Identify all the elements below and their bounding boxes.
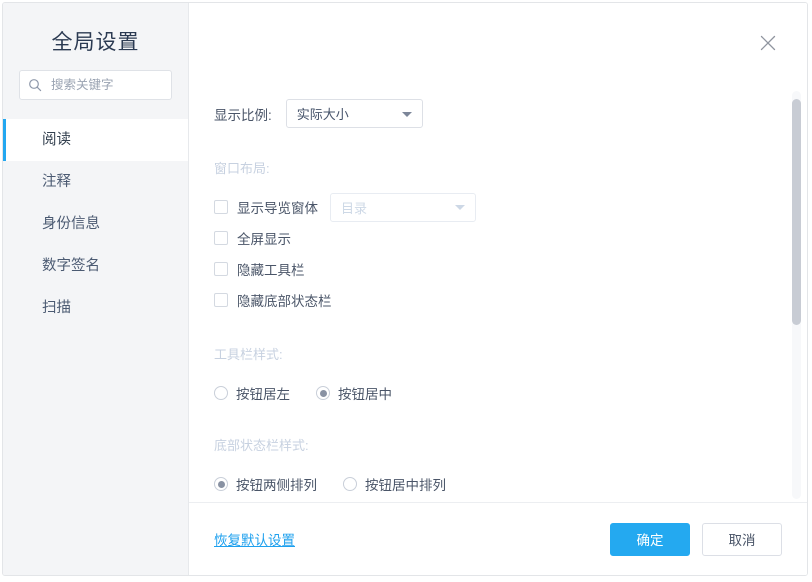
nav-pane-select[interactable]: 目录 (330, 192, 476, 222)
checkbox-show-nav-pane[interactable] (214, 200, 228, 214)
radio-toolbar-left[interactable] (214, 386, 228, 400)
checkbox-row-hide-toolbar: 隐藏工具栏 (189, 259, 807, 279)
search-icon (28, 78, 42, 92)
checkbox-label[interactable]: 全屏显示 (237, 228, 291, 248)
display-scale-value: 实际大小 (296, 107, 349, 122)
checkbox-fullscreen[interactable] (214, 231, 228, 245)
search-box[interactable] (19, 70, 172, 100)
settings-content: 显示比例: 实际大小 窗口布局: 显示导览窗体 目录 全屏显示 隐藏工具栏 隐藏… (189, 3, 807, 502)
checkbox-row-show-nav-pane: 显示导览窗体 目录 (189, 192, 807, 222)
radio-item-statusbar-center[interactable]: 按钮居中排列 (343, 474, 446, 494)
scrollbar-track[interactable] (792, 91, 801, 499)
sidebar: 全局设置 阅读 注释 身份信息 数字签名 (3, 3, 189, 575)
settings-dialog: 全局设置 阅读 注释 身份信息 数字签名 (2, 2, 808, 576)
toolbar-style-section-label: 工具栏样式: (214, 347, 283, 362)
radio-label[interactable]: 按钮居中 (338, 383, 392, 403)
sidebar-item-label: 扫描 (42, 300, 71, 316)
statusbar-style-section-label: 底部状态栏样式: (214, 438, 309, 453)
sidebar-item-label: 注释 (42, 174, 71, 190)
cancel-button[interactable]: 取消 (702, 522, 782, 556)
sidebar-item-label: 阅读 (42, 132, 71, 148)
radio-label[interactable]: 按钮居中排列 (365, 474, 446, 494)
scrollbar-thumb[interactable] (792, 99, 801, 325)
radio-toolbar-center[interactable] (316, 386, 330, 400)
checkbox-label[interactable]: 隐藏底部状态栏 (237, 290, 332, 310)
display-scale-label: 显示比例: (214, 107, 272, 123)
checkbox-hide-toolbar[interactable] (214, 262, 228, 276)
checkbox-row-hide-statusbar: 隐藏底部状态栏 (189, 290, 807, 310)
toolbar-style-radio-group: 按钮居左 按钮居中 (189, 383, 807, 403)
chevron-down-icon (401, 111, 412, 117)
sidebar-item-annotation[interactable]: 注释 (3, 161, 188, 203)
display-scale-row: 显示比例: 实际大小 (189, 99, 807, 128)
radio-statusbar-sides[interactable] (214, 477, 228, 491)
sidebar-item-digital-signature[interactable]: 数字签名 (3, 245, 188, 287)
search-input[interactable] (49, 77, 163, 93)
main-panel: 显示比例: 实际大小 窗口布局: 显示导览窗体 目录 全屏显示 隐藏工具栏 隐藏… (189, 3, 807, 575)
checkbox-label[interactable]: 显示导览窗体 (237, 197, 318, 217)
checkbox-hide-statusbar[interactable] (214, 293, 228, 307)
reset-defaults-link[interactable]: 恢复默认设置 (214, 529, 295, 549)
sidebar-item-identity[interactable]: 身份信息 (3, 203, 188, 245)
display-scale-select[interactable]: 实际大小 (285, 99, 423, 128)
window-layout-section-label: 窗口布局: (214, 161, 270, 176)
checkbox-row-fullscreen: 全屏显示 (189, 228, 807, 248)
radio-label[interactable]: 按钮居左 (236, 383, 290, 403)
page-title: 全局设置 (51, 31, 140, 54)
sidebar-nav: 阅读 注释 身份信息 数字签名 扫描 (3, 119, 188, 329)
chevron-down-icon (455, 205, 465, 210)
sidebar-item-reading[interactable]: 阅读 (3, 119, 188, 161)
checkbox-label[interactable]: 隐藏工具栏 (237, 259, 305, 279)
radio-item-toolbar-center[interactable]: 按钮居中 (316, 383, 392, 403)
radio-item-statusbar-sides[interactable]: 按钮两侧排列 (214, 474, 317, 494)
statusbar-style-radio-group: 按钮两侧排列 按钮居中排列 (189, 474, 807, 494)
radio-item-toolbar-left[interactable]: 按钮居左 (214, 383, 290, 403)
sidebar-item-label: 数字签名 (42, 258, 100, 274)
radio-label[interactable]: 按钮两侧排列 (236, 474, 317, 494)
sidebar-item-label: 身份信息 (42, 216, 100, 232)
dialog-footer: 恢复默认设置 确定 取消 (189, 502, 807, 575)
radio-statusbar-center[interactable] (343, 477, 357, 491)
sidebar-item-scan[interactable]: 扫描 (3, 287, 188, 329)
nav-pane-select-value: 目录 (341, 200, 368, 216)
confirm-button[interactable]: 确定 (610, 522, 690, 556)
